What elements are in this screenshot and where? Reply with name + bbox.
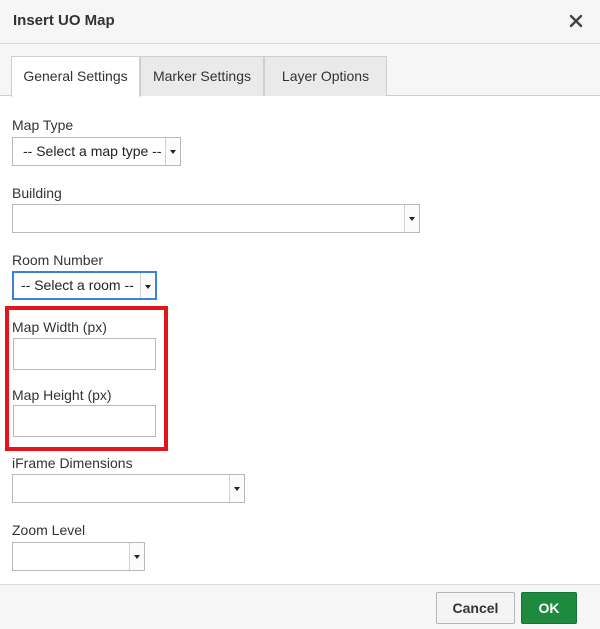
zoom-level-label: Zoom Level xyxy=(12,522,86,538)
room-number-select[interactable]: -- Select a room -- xyxy=(12,271,157,300)
room-number-label: Room Number xyxy=(12,252,104,268)
building-label: Building xyxy=(12,185,62,201)
dialog-title: Insert UO Map xyxy=(13,12,115,29)
map-type-select[interactable]: -- Select a map type -- xyxy=(12,137,181,166)
chevron-down-icon xyxy=(165,138,180,165)
map-height-input[interactable] xyxy=(13,405,156,437)
close-icon[interactable] xyxy=(566,11,586,31)
chevron-down-icon xyxy=(140,273,155,298)
tab-layer-options[interactable]: Layer Options xyxy=(264,56,387,96)
map-type-value: -- Select a map type -- xyxy=(23,143,162,159)
ok-button[interactable]: OK xyxy=(521,592,577,624)
chevron-down-icon xyxy=(404,205,419,232)
dialog-titlebar: Insert UO Map xyxy=(0,0,600,44)
dialog-footer: Cancel OK xyxy=(0,584,600,629)
map-type-label: Map Type xyxy=(12,117,74,133)
room-number-value: -- Select a room -- xyxy=(21,277,134,293)
zoom-level-select[interactable] xyxy=(12,542,145,571)
map-width-input[interactable] xyxy=(13,338,156,370)
tab-strip: General Settings Marker Settings Layer O… xyxy=(0,44,600,97)
tab-general-settings[interactable]: General Settings xyxy=(11,56,140,97)
cancel-button[interactable]: Cancel xyxy=(436,592,515,624)
chevron-down-icon xyxy=(129,543,144,570)
map-width-label: Map Width (px) xyxy=(12,319,107,335)
iframe-dimensions-select[interactable] xyxy=(12,474,245,503)
iframe-dimensions-label: iFrame Dimensions xyxy=(12,455,133,471)
map-height-label: Map Height (px) xyxy=(12,387,112,403)
chevron-down-icon xyxy=(229,475,244,502)
tab-marker-settings[interactable]: Marker Settings xyxy=(140,56,264,96)
building-select[interactable] xyxy=(12,204,420,233)
